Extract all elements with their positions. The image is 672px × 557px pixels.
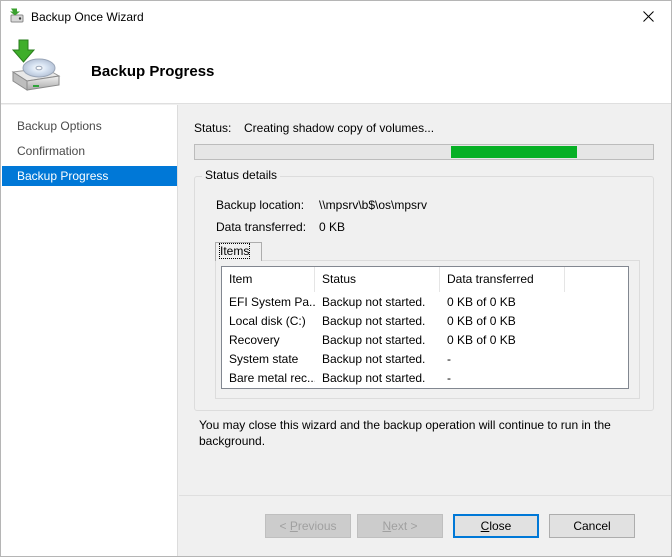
close-window-button[interactable] (625, 1, 671, 32)
data-cell: - (447, 352, 451, 366)
table-row[interactable]: EFI System Pa... Backup not started. 0 K… (222, 293, 628, 312)
tab-items[interactable]: Items (215, 242, 262, 261)
items-list[interactable]: Item Status Data transferred EFI System … (221, 266, 629, 389)
window-title: Backup Once Wizard (31, 10, 144, 24)
status-cell: Backup not started. (322, 371, 426, 385)
nav-item-backup-options: Backup Options (17, 119, 102, 133)
next-button[interactable]: Next > (357, 514, 443, 538)
next-button-accel: N (382, 519, 392, 533)
status-value: Creating shadow copy of volumes... (244, 121, 435, 135)
progress-bar (194, 144, 654, 160)
status-cell: Backup not started. (322, 352, 426, 366)
background-note: You may close this wizard and the backup… (199, 418, 611, 448)
backup-app-icon (10, 8, 24, 23)
wizard-header: Backup Progress (1, 32, 671, 104)
footer-divider (179, 495, 671, 496)
column-header-data-transferred[interactable]: Data transferred (440, 267, 565, 292)
column-header-status[interactable]: Status (315, 267, 440, 292)
previous-button[interactable]: < Previous (265, 514, 351, 538)
nav-item-backup-progress: Backup Progress (2, 166, 177, 186)
close-button-post: lose (489, 519, 512, 533)
previous-button-pre: < (279, 519, 290, 533)
status-details-title: Status details (202, 168, 281, 182)
close-button[interactable]: Close (453, 514, 539, 538)
table-row[interactable]: Recovery Backup not started. 0 KB of 0 K… (222, 331, 628, 350)
wizard-window: Backup Once Wizard Backup Progress Backu… (0, 0, 672, 557)
data-cell: 0 KB of 0 KB (447, 333, 516, 347)
data-cell: - (447, 371, 451, 385)
previous-button-post: revious (297, 519, 337, 533)
table-row[interactable]: Bare metal rec... Backup not started. - (222, 369, 628, 388)
next-button-post: ext > (391, 519, 418, 533)
backup-location-value: \\mpsrv\b$\os\mpsrv (319, 198, 428, 212)
status-label: Status: (194, 121, 232, 135)
close-icon (642, 11, 654, 22)
data-transferred-label: Data transferred: (216, 220, 307, 234)
data-cell: 0 KB of 0 KB (447, 295, 516, 309)
page-title: Backup Progress (91, 63, 215, 80)
status-cell: Backup not started. (322, 333, 426, 347)
status-cell: Backup not started. (322, 295, 426, 309)
title-bar[interactable]: Backup Once Wizard (1, 1, 671, 32)
nav-item-confirmation: Confirmation (17, 144, 86, 158)
table-row[interactable]: Local disk (C:) Backup not started. 0 KB… (222, 312, 628, 331)
table-row[interactable]: System state Backup not started. - (222, 350, 628, 369)
backup-drive-icon (11, 39, 61, 91)
cancel-button[interactable]: Cancel (549, 514, 635, 538)
item-cell: Bare metal rec... (229, 371, 315, 385)
item-cell: System state (229, 352, 299, 366)
cancel-button-label: Cancel (573, 519, 611, 533)
previous-button-accel: P (289, 519, 298, 533)
item-cell: EFI System Pa... (229, 295, 315, 309)
close-button-accel: C (480, 519, 490, 533)
backup-location-label: Backup location: (216, 198, 305, 212)
tab-items-label: Items (218, 243, 251, 259)
item-cell: Recovery (229, 333, 280, 347)
status-cell: Backup not started. (322, 314, 426, 328)
item-cell: Local disk (C:) (229, 314, 306, 328)
column-header-item[interactable]: Item (222, 267, 315, 292)
data-transferred-value: 0 KB (319, 220, 346, 234)
data-cell: 0 KB of 0 KB (447, 314, 516, 328)
progress-bar-fill (451, 146, 577, 158)
